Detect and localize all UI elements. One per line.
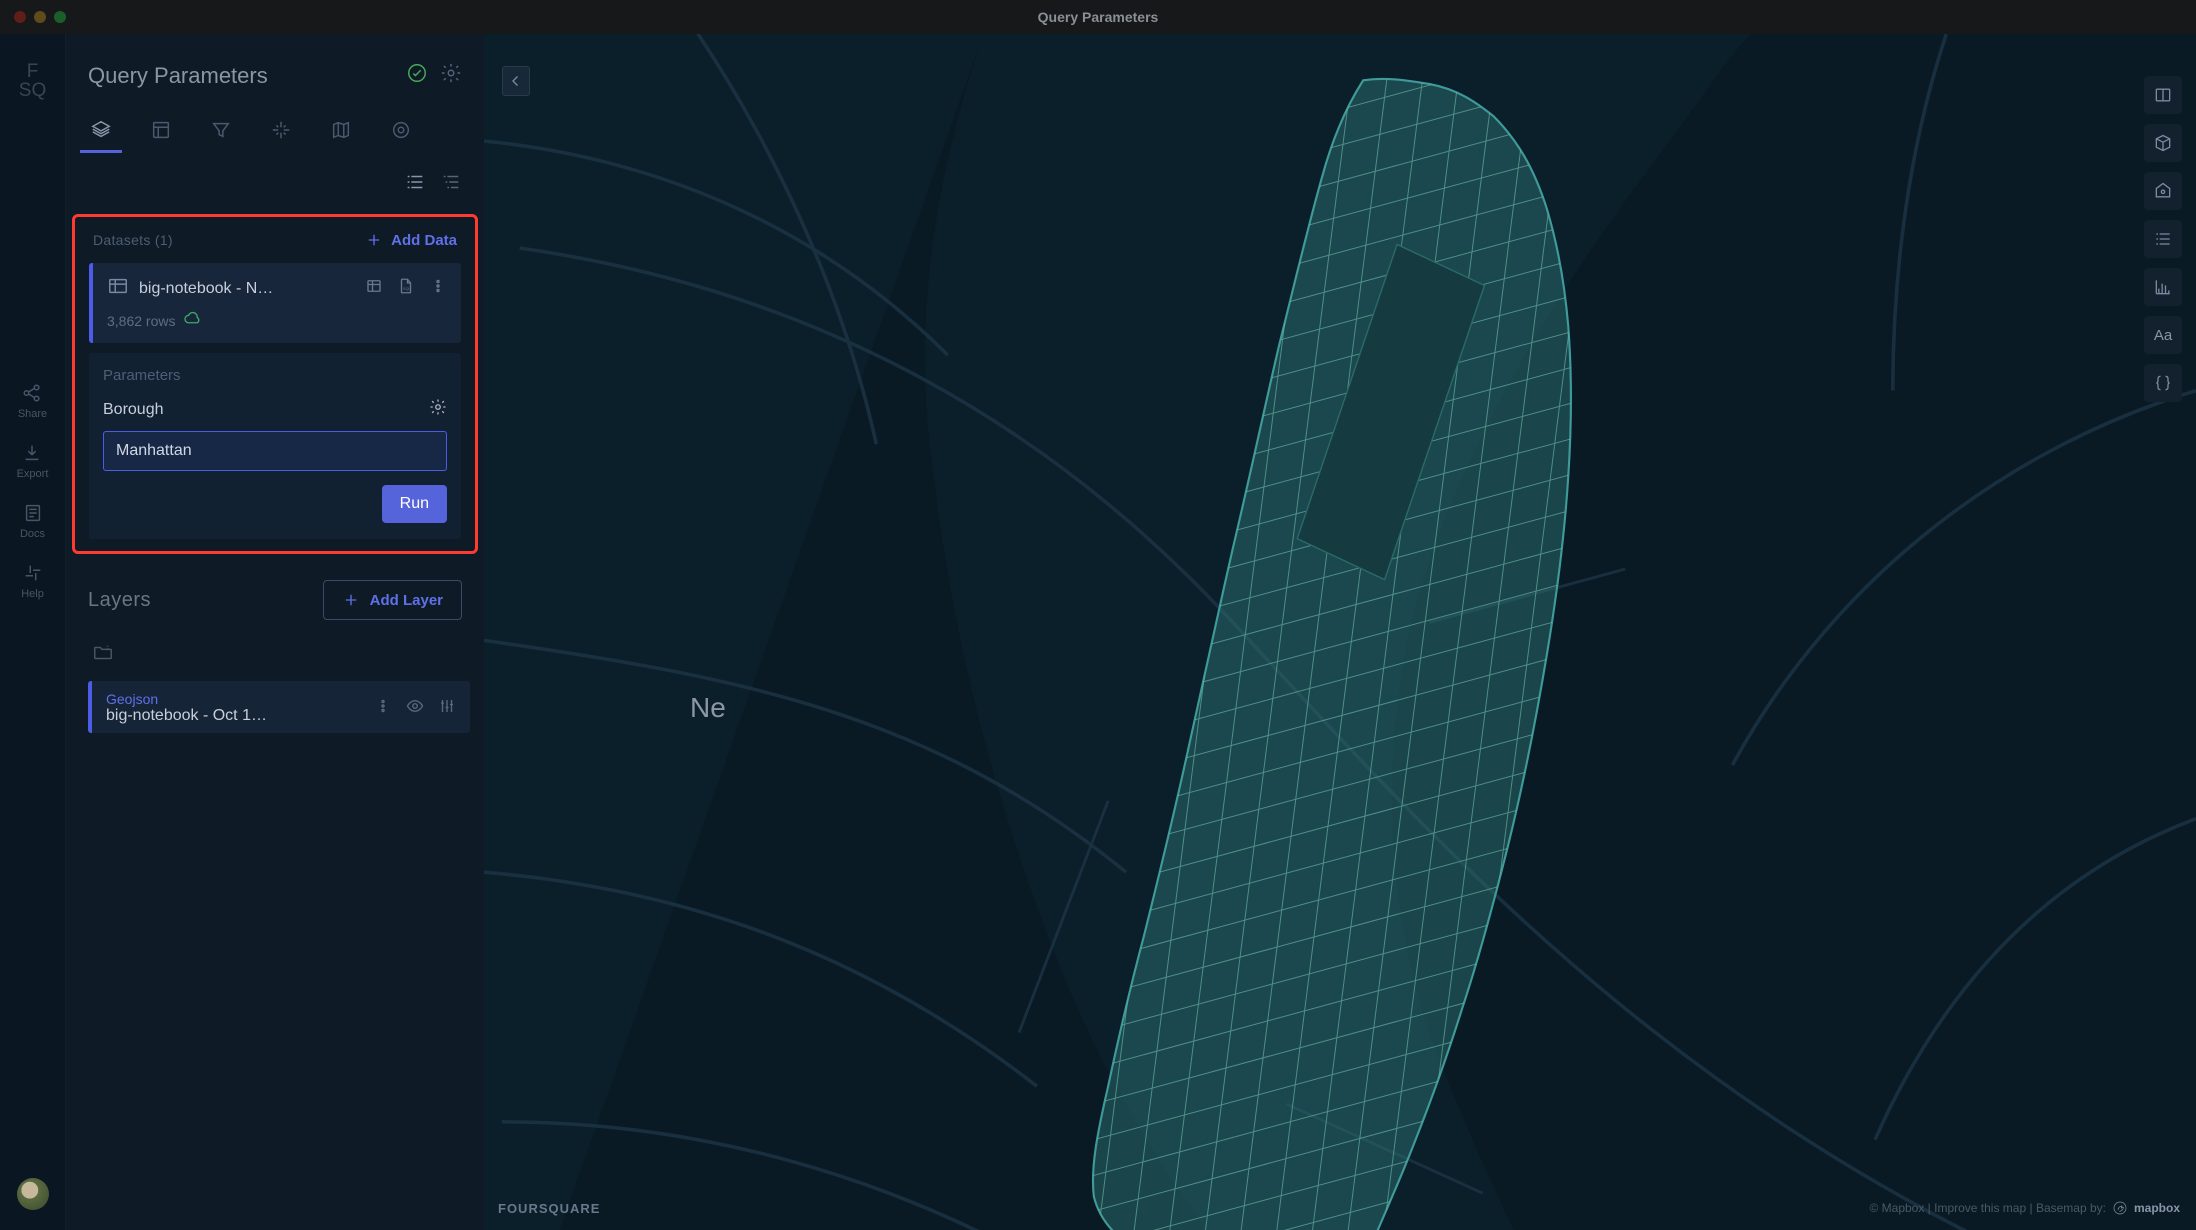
tab-basemap[interactable] xyxy=(326,113,356,147)
panel-settings-button[interactable] xyxy=(440,62,462,89)
layer-type: Geojson xyxy=(106,691,267,707)
attribution-text[interactable]: © Mapbox | Improve this map | Basemap by… xyxy=(1869,1201,2106,1215)
dataset-type-icon xyxy=(107,275,129,302)
map-area[interactable]: Ne Aa FOURSQUARE xyxy=(484,34,2196,1230)
titlebar: Query Parameters xyxy=(0,0,2196,34)
parameter-settings-button[interactable] xyxy=(429,398,447,421)
parameter-label: Borough xyxy=(103,401,421,419)
parameter-input-borough[interactable] xyxy=(103,431,447,471)
dataset-more-button[interactable] xyxy=(429,277,447,300)
add-layer-button[interactable]: Add Layer xyxy=(323,580,462,620)
list-view-button[interactable] xyxy=(404,171,426,198)
dataset-name: big-notebook - N… xyxy=(139,280,273,298)
app-body: F SQ Share Export Docs Help Query Parame… xyxy=(0,34,2196,1230)
side-panel: Query Parameters xyxy=(66,34,484,1230)
mapbox-logo-icon xyxy=(2112,1200,2128,1216)
panel-tabs xyxy=(66,113,484,147)
add-data-label: Add Data xyxy=(391,232,457,249)
dataset-table-button[interactable] xyxy=(365,277,383,300)
dataset-card[interactable]: big-notebook - N… SQL 3,862 xyxy=(89,263,461,343)
map-split-button[interactable] xyxy=(2144,76,2182,114)
window-controls xyxy=(14,11,66,23)
map-legend-button[interactable] xyxy=(2144,220,2182,258)
sidebar-item-export[interactable]: Export xyxy=(17,442,49,480)
parameters-card: Parameters Borough Run xyxy=(89,353,461,539)
datasets-header: Datasets (1) xyxy=(93,232,173,248)
map-chart-button[interactable] xyxy=(2144,268,2182,306)
cloud-sync-icon xyxy=(183,310,201,331)
map-text-button[interactable]: Aa xyxy=(2144,316,2182,354)
run-button[interactable]: Run xyxy=(382,485,447,523)
panel-title: Query Parameters xyxy=(88,63,394,89)
tab-analysis[interactable] xyxy=(386,113,416,147)
add-data-button[interactable]: Add Data xyxy=(365,231,457,249)
map-attribution: © Mapbox | Improve this map | Basemap by… xyxy=(1869,1200,2180,1216)
status-ok-icon xyxy=(406,62,428,89)
share-icon xyxy=(21,382,43,404)
map-right-toolbar: Aa xyxy=(2144,76,2182,402)
map-watermark: FOURSQUARE xyxy=(498,1201,600,1216)
sidebar-item-label: Export xyxy=(17,468,49,480)
minimize-window-button[interactable] xyxy=(34,11,46,23)
sidebar-item-help[interactable]: Help xyxy=(21,562,44,600)
close-window-button[interactable] xyxy=(14,11,26,23)
layers-header: Layers xyxy=(88,589,151,612)
tab-filters[interactable] xyxy=(206,113,236,147)
sidebar-item-label: Help xyxy=(21,588,44,600)
plus-icon xyxy=(365,231,383,249)
left-rail: F SQ Share Export Docs Help xyxy=(0,34,66,1230)
user-avatar[interactable] xyxy=(17,1178,49,1210)
sidebar-item-docs[interactable]: Docs xyxy=(20,502,45,540)
map-json-button[interactable] xyxy=(2144,364,2182,402)
app-logo[interactable]: F SQ xyxy=(19,62,46,100)
tab-columns[interactable] xyxy=(146,113,176,147)
svg-text:SQL: SQL xyxy=(403,287,411,291)
parameters-section-title: Parameters xyxy=(103,367,447,384)
map-city-label: Ne xyxy=(690,692,726,724)
layer-visibility-button[interactable] xyxy=(406,697,424,720)
dataset-row-count: 3,862 rows xyxy=(107,313,175,329)
sidebar-item-label: Docs xyxy=(20,528,45,540)
attribution-brand[interactable]: mapbox xyxy=(2134,1201,2180,1215)
nested-list-view-button[interactable] xyxy=(440,171,462,198)
slack-icon xyxy=(22,562,44,584)
maximize-window-button[interactable] xyxy=(54,11,66,23)
tab-layers[interactable] xyxy=(86,113,116,147)
docs-icon xyxy=(22,502,44,524)
plus-icon xyxy=(342,591,360,609)
sidebar-item-label: Share xyxy=(18,408,47,420)
layer-name: big-notebook - Oct 1… xyxy=(106,707,267,725)
map-canvas xyxy=(484,34,2196,1230)
tab-interactions[interactable] xyxy=(266,113,296,147)
layer-more-button[interactable] xyxy=(374,697,392,720)
dataset-sql-icon[interactable]: SQL xyxy=(397,277,415,300)
layer-group-button[interactable] xyxy=(66,636,484,675)
datasets-section-highlight: Datasets (1) Add Data big-notebook - N… xyxy=(72,214,478,554)
download-icon xyxy=(21,442,43,464)
collapse-panel-button[interactable] xyxy=(502,66,530,96)
layer-settings-button[interactable] xyxy=(438,697,456,720)
add-layer-label: Add Layer xyxy=(370,592,443,609)
map-3d-button[interactable] xyxy=(2144,124,2182,162)
window-title: Query Parameters xyxy=(0,9,2196,25)
map-geocoder-button[interactable] xyxy=(2144,172,2182,210)
chevron-left-icon xyxy=(507,72,525,90)
sidebar-item-share[interactable]: Share xyxy=(18,382,47,420)
layer-card[interactable]: Geojson big-notebook - Oct 1… xyxy=(88,681,470,733)
